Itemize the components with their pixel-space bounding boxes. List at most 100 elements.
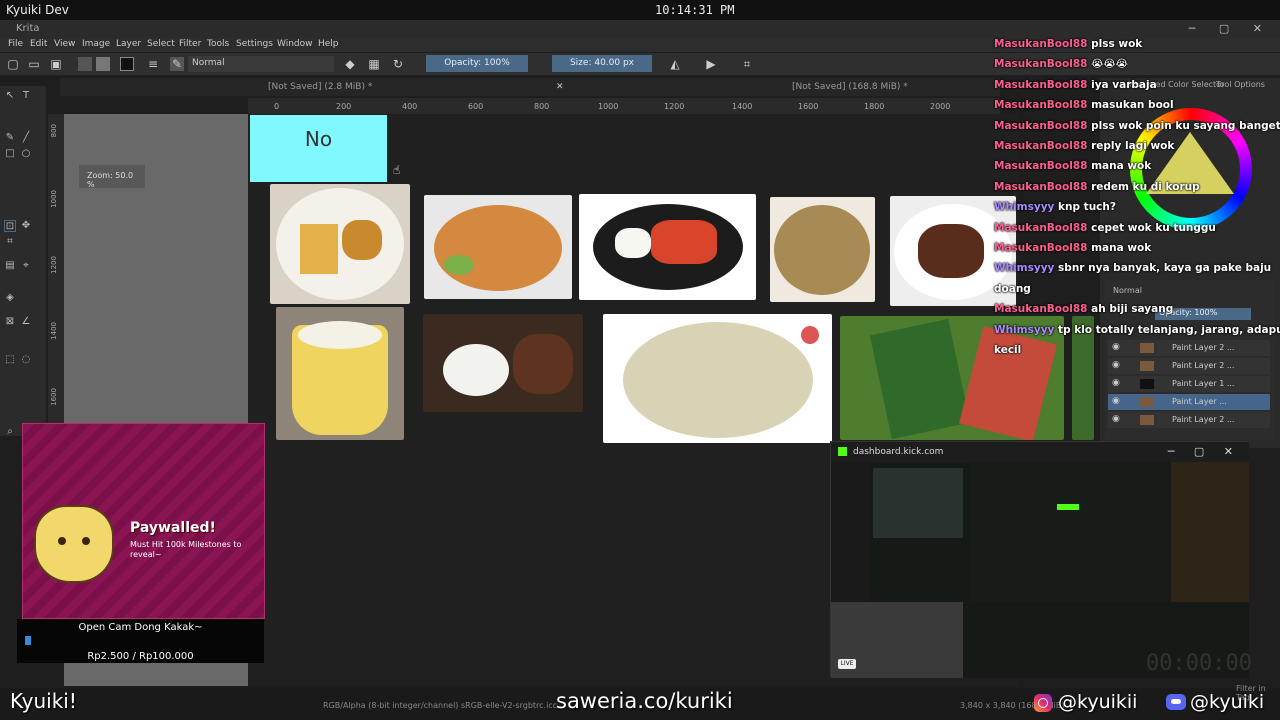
layer-row[interactable]: ◉ Paint Layer 1 ... <box>1108 376 1270 392</box>
save-icon[interactable]: ▣ <box>49 57 63 71</box>
ellipse-tool-icon[interactable]: ○ <box>20 148 32 160</box>
move-tool-icon[interactable]: ✥ <box>20 220 32 232</box>
eye-icon[interactable]: ◉ <box>1112 360 1120 370</box>
kick-dashboard-window[interactable]: dashboard.kick.com ─ ▢ ✕ <box>830 441 1249 678</box>
kick-window-controls[interactable]: ─ ▢ ✕ <box>1168 445 1241 458</box>
ellipse-select-icon[interactable]: ◌ <box>20 354 32 366</box>
transform-tool-icon[interactable]: ⊡ <box>4 220 16 232</box>
food-image-ayam-geprek[interactable] <box>579 194 756 300</box>
chat-message: Whimsyyy sbnr nya banyak, kaya ga pake b… <box>994 262 1271 274</box>
menu-tools[interactable]: Tools <box>207 39 229 49</box>
layer-row[interactable]: ◉ Paint Layer 2 ... <box>1108 412 1270 428</box>
rect-select-icon[interactable]: ⬚ <box>4 354 16 366</box>
layer-thumbnail <box>1140 361 1154 371</box>
chat-message: MasukanBool88 ah biji sayang <box>994 303 1173 315</box>
brush-tool-icon[interactable]: ✎ <box>4 132 16 144</box>
rectangle-tool-icon[interactable]: □ <box>4 148 16 160</box>
menu-window[interactable]: Window <box>277 39 313 49</box>
crop-tool-icon[interactable]: ⌗ <box>4 236 16 248</box>
eye-icon[interactable]: ◉ <box>1112 378 1120 388</box>
gradient-tool-icon[interactable]: ▤ <box>4 260 16 272</box>
kick-dashboard-content <box>831 462 1249 678</box>
tab-document-2[interactable]: [Not Saved] (168.8 MiB) * <box>792 82 908 92</box>
size-slider[interactable]: Size: 40.00 px <box>552 55 652 72</box>
new-file-icon[interactable]: ▢ <box>6 57 20 71</box>
food-image-siomay[interactable] <box>770 197 875 302</box>
menu-layer[interactable]: Layer <box>116 39 141 49</box>
blend-mode-select[interactable]: Normal <box>188 56 334 72</box>
menu-file[interactable]: File <box>8 39 23 49</box>
chat-text: plss wok poin ku sayang banget <box>1091 119 1280 132</box>
menu-help[interactable]: Help <box>318 39 339 49</box>
layer-name: Paint Layer 2 ... <box>1172 361 1235 370</box>
eye-icon[interactable]: ◉ <box>1112 396 1120 406</box>
eraser-icon[interactable]: ◆ <box>343 57 357 71</box>
layer-name: Paint Layer 1 ... <box>1172 379 1235 388</box>
zoom-tool-icon[interactable]: ⌕ <box>4 426 16 438</box>
menu-filter[interactable]: Filter <box>179 39 201 49</box>
menu-select[interactable]: Select <box>147 39 175 49</box>
discord-icon <box>1166 694 1186 710</box>
menu-image[interactable]: Image <box>82 39 110 49</box>
eye-icon[interactable]: ◉ <box>1112 414 1120 424</box>
open-folder-icon[interactable]: ▭ <box>27 57 41 71</box>
chat-message: MasukanBool88 mana wok <box>994 160 1151 172</box>
donation-title: Open Cam Dong Kakak~ <box>78 622 203 633</box>
chat-username: MasukanBool88 <box>994 221 1088 234</box>
discord-handle: @kyuiki <box>1190 691 1265 713</box>
menu-view[interactable]: View <box>54 39 75 49</box>
chat-text: mana wok <box>1091 160 1152 173</box>
chat-username: Whimsyyy <box>994 201 1055 214</box>
chat-text: kecil <box>994 344 1022 356</box>
chat-username: MasukanBool88 <box>994 180 1088 193</box>
chat-username: MasukanBool88 <box>994 58 1088 71</box>
ruler-tick: 400 <box>402 102 418 111</box>
chat-username: MasukanBool88 <box>994 119 1088 132</box>
food-image-nasi-uduk[interactable] <box>423 314 583 412</box>
opacity-slider[interactable]: Opacity: 100% <box>426 55 528 72</box>
gradient-icon[interactable] <box>78 57 92 71</box>
menu-edit[interactable]: Edit <box>30 39 47 49</box>
chat-message: kecil <box>994 344 1021 356</box>
tab-document-1[interactable]: [Not Saved] (2.8 MiB) * <box>268 82 372 92</box>
layer-thumbnail <box>1140 397 1154 407</box>
fill-tool-icon[interactable]: ◈ <box>4 292 16 304</box>
pattern-icon[interactable] <box>96 57 110 71</box>
food-image-nasi-liwet[interactable] <box>603 314 832 443</box>
select-tool-icon[interactable]: ↖ <box>4 90 16 102</box>
layer-row[interactable]: ◉ Paint Layer 2 ... <box>1108 358 1270 374</box>
measure-tool-icon[interactable]: ∠ <box>20 316 32 328</box>
chat-message: Whimsyyy tp klo totally telanjang, jaran… <box>994 324 1280 336</box>
reload-icon[interactable]: ↻ <box>391 57 405 71</box>
kick-url: dashboard.kick.com <box>853 447 944 457</box>
close-icon[interactable]: ✕ <box>556 82 564 92</box>
chat-text: 😭😭😭 <box>1091 58 1128 71</box>
chat-overlay: MasukanBool88 plss wok MasukanBool88 😭😭😭 M… <box>990 36 1280 356</box>
chat-message: MasukanBool88 cepet wok ku tunggu <box>994 222 1216 234</box>
chat-text: doang <box>994 282 1031 295</box>
menu-settings[interactable]: Settings <box>236 39 273 49</box>
mirror-icon[interactable]: ◭ <box>668 57 682 71</box>
assistant-tool-icon[interactable]: ⊠ <box>4 316 16 328</box>
eyedropper-icon[interactable]: ⌖ <box>20 260 32 272</box>
brush-presets-icon[interactable]: ≡ <box>146 57 160 71</box>
ruler-tick: 1000 <box>50 190 58 208</box>
food-image-fried[interactable] <box>424 195 572 299</box>
ruler-tick: 1200 <box>50 256 58 274</box>
chat-username: Whimsyyy <box>994 323 1055 336</box>
crop-icon[interactable]: ⌗ <box>740 57 754 71</box>
chat-message: MasukanBool88 😭😭😭 <box>994 58 1128 70</box>
wrap-icon[interactable]: ▶ <box>704 57 718 71</box>
food-image-fries[interactable] <box>270 184 410 304</box>
color-swatch-icon[interactable] <box>120 57 134 71</box>
layer-row-selected[interactable]: ◉ Paint Layer ... <box>1108 394 1270 410</box>
brush-preset-icon[interactable]: ✎ <box>170 57 184 71</box>
ruler-vertical: 800 1000 1200 1400 1600 <box>48 114 64 424</box>
food-image-dessert-cup[interactable] <box>276 307 404 440</box>
line-tool-icon[interactable]: ╱ <box>20 132 32 144</box>
chat-text: redem ku di korup <box>1091 180 1200 193</box>
window-controls[interactable]: ─ ▢ ✕ <box>1189 22 1272 35</box>
saweria-link: saweria.co/kuriki <box>556 689 733 713</box>
alpha-lock-icon[interactable]: ▦ <box>367 57 381 71</box>
text-tool-icon[interactable]: T <box>20 90 32 102</box>
